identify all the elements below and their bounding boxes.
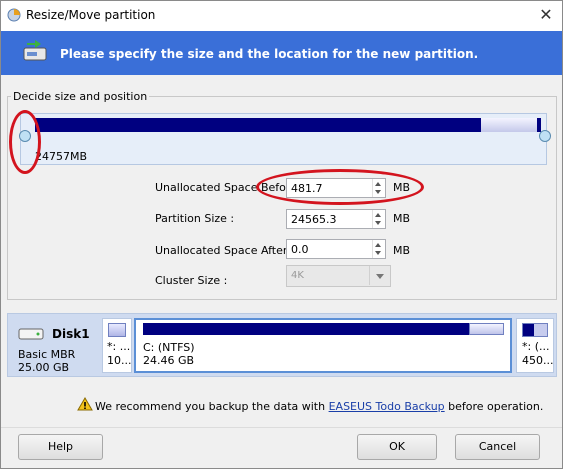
- spin-arrows-icon[interactable]: [372, 240, 385, 258]
- partition-size-label: 24757MB: [35, 150, 88, 163]
- partition-usage-bar: [108, 323, 126, 337]
- cluster-size-label: Cluster Size :: [155, 274, 228, 287]
- partition-name: *: (...: [522, 340, 550, 353]
- unallocated-after-value: 0.0: [291, 243, 309, 256]
- partition-name: *: ...: [107, 340, 131, 353]
- banner-text: Please specify the size and the location…: [60, 47, 479, 61]
- disk-name: Disk1: [52, 327, 90, 341]
- close-icon[interactable]: ✕: [536, 5, 556, 25]
- select-divider: [369, 266, 370, 285]
- disk-size: 25.00 GB: [18, 361, 70, 374]
- annotation-circle-handle: [9, 110, 41, 174]
- partition-size-field[interactable]: 24565.3: [286, 209, 386, 229]
- partition-free-bar: [469, 323, 504, 335]
- partition-size: 10...: [107, 354, 132, 367]
- chevron-down-icon: [376, 274, 384, 279]
- backup-warning: We recommend you backup the data with EA…: [95, 400, 543, 413]
- right-resize-handle[interactable]: [539, 130, 551, 142]
- partition-size-value: 24565.3: [291, 213, 337, 226]
- partition-name: C: (NTFS): [143, 341, 195, 354]
- warning-prefix: We recommend you backup the data with: [95, 400, 329, 413]
- easeus-backup-link[interactable]: EASEUS Todo Backup: [329, 400, 445, 413]
- warning-icon: [77, 397, 93, 411]
- app-icon: [7, 8, 21, 22]
- partition-usage-bar: [522, 323, 548, 337]
- annotation-circle-field: [256, 169, 424, 205]
- partition-size-field-label: Partition Size :: [155, 212, 235, 225]
- cluster-size-select[interactable]: 4K: [286, 265, 391, 287]
- warning-suffix: before operation.: [444, 400, 544, 413]
- partition-size: 24.46 GB: [143, 354, 195, 367]
- cancel-button[interactable]: Cancel: [455, 434, 540, 460]
- partition-free-space: [481, 118, 537, 132]
- group-label: Decide size and position: [11, 90, 150, 103]
- partition-end-marker: [537, 118, 541, 132]
- ok-button[interactable]: OK: [357, 434, 437, 460]
- hard-disk-icon: [18, 328, 44, 340]
- partition-resize-icon: [23, 40, 47, 61]
- help-button[interactable]: Help: [18, 434, 103, 460]
- disk-type: Basic MBR: [18, 348, 76, 361]
- spin-arrows-icon[interactable]: [372, 210, 385, 228]
- window-title: Resize/Move partition: [26, 8, 156, 22]
- unit-label: MB: [393, 244, 411, 257]
- unallocated-after-label: Unallocated Space After:: [155, 244, 291, 257]
- cluster-size-value: 4K: [291, 270, 304, 281]
- unit-label: MB: [393, 212, 411, 225]
- partition-used-space: [35, 118, 481, 132]
- partition-usage-bar: [143, 323, 469, 335]
- footer-divider: [1, 427, 562, 428]
- unallocated-after-field[interactable]: 0.0: [286, 239, 386, 259]
- partition-size: 450...: [522, 354, 554, 367]
